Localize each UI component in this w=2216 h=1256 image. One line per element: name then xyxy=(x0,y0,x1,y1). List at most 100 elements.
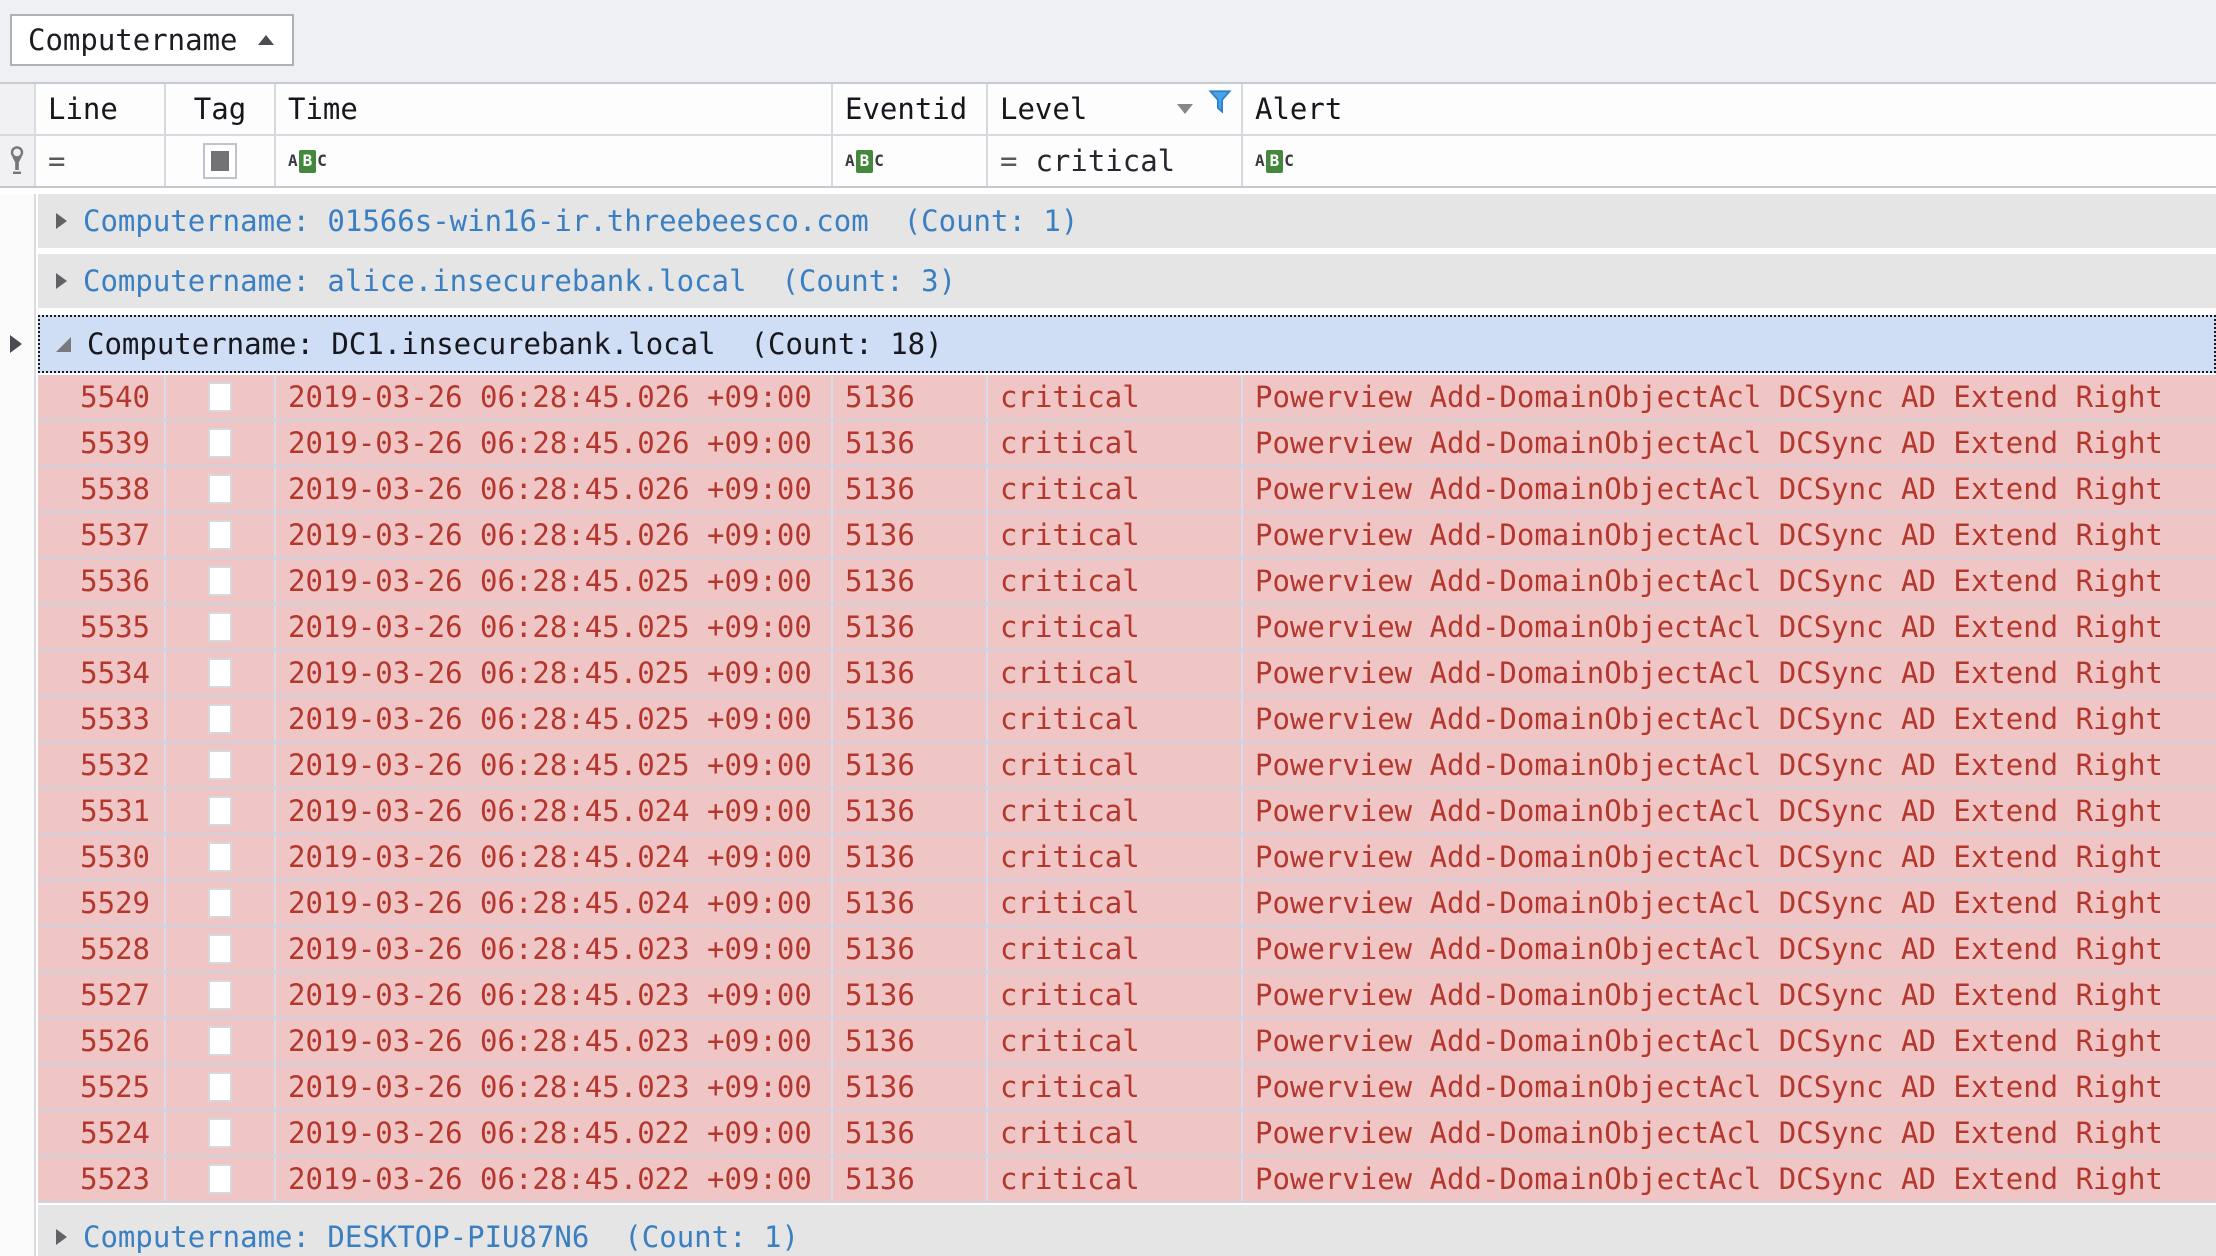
grid-rows-area: Computername: 01566s-win16-ir.threebeesc… xyxy=(0,194,2216,1256)
cell-line: 5535 xyxy=(38,605,166,649)
tag-checkbox[interactable] xyxy=(208,612,232,642)
cell-level: critical xyxy=(988,467,1243,511)
group-row[interactable]: Computername: DESKTOP-PIU87N6 (Count: 1) xyxy=(38,1205,2216,1256)
cell-level: critical xyxy=(988,421,1243,465)
cell-time: 2019-03-26 06:28:45.022 +09:00 xyxy=(276,1111,833,1155)
focused-row-indicator-icon xyxy=(10,335,22,353)
cell-eventid: 5136 xyxy=(833,513,988,557)
level-filter-value: critical xyxy=(1035,144,1175,178)
tag-checkbox[interactable] xyxy=(208,428,232,458)
cell-line: 5530 xyxy=(38,835,166,879)
group-row[interactable]: Computername: 01566s-win16-ir.threebeesc… xyxy=(38,194,2216,248)
tag-checkbox[interactable] xyxy=(208,566,232,596)
table-row[interactable]: 5529 2019-03-26 06:28:45.024 +09:00 5136… xyxy=(38,881,2216,927)
active-filter-funnel-icon[interactable] xyxy=(1207,88,1233,116)
groups-container: Computername: 01566s-win16-ir.threebeesc… xyxy=(38,194,2216,1256)
filter-pin-icon[interactable] xyxy=(7,146,27,176)
filter-cell-level[interactable]: = critical xyxy=(988,136,1243,186)
group-row[interactable]: Computername: DC1.insecurebank.local (Co… xyxy=(38,315,2216,373)
cell-level: critical xyxy=(988,1157,1243,1201)
tag-checkbox[interactable] xyxy=(208,842,232,872)
cell-alert: Powerview Add-DomainObjectAcl DCSync AD … xyxy=(1243,881,2216,925)
tag-checkbox[interactable] xyxy=(208,520,232,550)
cell-time: 2019-03-26 06:28:45.025 +09:00 xyxy=(276,651,833,695)
table-row[interactable]: 5524 2019-03-26 06:28:45.022 +09:00 5136… xyxy=(38,1111,2216,1157)
tag-checkbox[interactable] xyxy=(208,658,232,688)
group-count: (Count: 18) xyxy=(751,319,943,369)
cell-eventid: 5136 xyxy=(833,559,988,603)
group-expand-icon[interactable] xyxy=(56,273,67,289)
table-row[interactable]: 5532 2019-03-26 06:28:45.025 +09:00 5136… xyxy=(38,743,2216,789)
table-row[interactable]: 5535 2019-03-26 06:28:45.025 +09:00 5136… xyxy=(38,605,2216,651)
tag-checkbox[interactable] xyxy=(208,382,232,412)
group-row[interactable]: Computername: alice.insecurebank.local (… xyxy=(38,254,2216,308)
tag-checkbox[interactable] xyxy=(208,796,232,826)
cell-tag xyxy=(166,881,276,925)
tag-checkbox[interactable] xyxy=(208,1164,232,1194)
tag-checkbox[interactable] xyxy=(208,1026,232,1056)
table-row[interactable]: 5527 2019-03-26 06:28:45.023 +09:00 5136… xyxy=(38,973,2216,1019)
table-row[interactable]: 5525 2019-03-26 06:28:45.023 +09:00 5136… xyxy=(38,1065,2216,1111)
group-label: Computername: DC1.insecurebank.local xyxy=(87,319,716,369)
group-expand-icon[interactable] xyxy=(56,337,71,352)
table-row[interactable]: 5530 2019-03-26 06:28:45.024 +09:00 5136… xyxy=(38,835,2216,881)
cell-eventid: 5136 xyxy=(833,1111,988,1155)
cell-level: critical xyxy=(988,743,1243,787)
tag-filter-checkbox[interactable] xyxy=(203,143,237,179)
cell-eventid: 5136 xyxy=(833,605,988,649)
group-expand-icon[interactable] xyxy=(56,1229,67,1245)
table-row[interactable]: 5538 2019-03-26 06:28:45.026 +09:00 5136… xyxy=(38,467,2216,513)
cell-tag xyxy=(166,927,276,971)
column-header-level[interactable]: Level xyxy=(988,84,1243,134)
table-row[interactable]: 5523 2019-03-26 06:28:45.022 +09:00 5136… xyxy=(38,1157,2216,1203)
table-row[interactable]: 5526 2019-03-26 06:28:45.023 +09:00 5136… xyxy=(38,1019,2216,1065)
cell-time: 2019-03-26 06:28:45.023 +09:00 xyxy=(276,1019,833,1063)
table-row[interactable]: 5533 2019-03-26 06:28:45.025 +09:00 5136… xyxy=(38,697,2216,743)
column-header-eventid[interactable]: Eventid xyxy=(833,84,988,134)
group-count: (Count: 1) xyxy=(624,1212,799,1256)
cell-alert: Powerview Add-DomainObjectAcl DCSync AD … xyxy=(1243,605,2216,649)
filter-cell-tag[interactable] xyxy=(166,136,276,186)
table-row[interactable]: 5531 2019-03-26 06:28:45.024 +09:00 5136… xyxy=(38,789,2216,835)
filter-cell-line[interactable]: = xyxy=(36,136,166,186)
cell-line: 5538 xyxy=(38,467,166,511)
tag-checkbox[interactable] xyxy=(208,1118,232,1148)
tag-checkbox[interactable] xyxy=(208,750,232,780)
table-row[interactable]: 5540 2019-03-26 06:28:45.026 +09:00 5136… xyxy=(38,375,2216,421)
filter-cell-eventid[interactable]: ABC xyxy=(833,136,988,186)
tag-checkbox[interactable] xyxy=(208,704,232,734)
cell-eventid: 5136 xyxy=(833,1157,988,1201)
tag-checkbox[interactable] xyxy=(208,980,232,1010)
tag-checkbox[interactable] xyxy=(208,1072,232,1102)
abc-text-filter-icon: ABC xyxy=(1255,150,1294,173)
cell-tag xyxy=(166,421,276,465)
filter-cell-alert[interactable]: ABC xyxy=(1243,136,2216,186)
column-header-line[interactable]: Line xyxy=(36,84,166,134)
cell-time: 2019-03-26 06:28:45.023 +09:00 xyxy=(276,973,833,1017)
group-expand-icon[interactable] xyxy=(56,213,67,229)
column-header-alert[interactable]: Alert xyxy=(1243,84,2216,134)
level-dropdown-arrow-icon[interactable] xyxy=(1177,104,1193,114)
tag-checkbox[interactable] xyxy=(208,888,232,918)
checkbox-indeterminate-mark xyxy=(211,151,229,171)
cell-alert: Powerview Add-DomainObjectAcl DCSync AD … xyxy=(1243,513,2216,557)
cell-line: 5537 xyxy=(38,513,166,557)
cell-tag xyxy=(166,651,276,695)
filter-cell-time[interactable]: ABC xyxy=(276,136,833,186)
group-field-chip-label: Computername xyxy=(28,23,238,57)
column-header-time[interactable]: Time xyxy=(276,84,833,134)
table-row[interactable]: 5539 2019-03-26 06:28:45.026 +09:00 5136… xyxy=(38,421,2216,467)
table-row[interactable]: 5534 2019-03-26 06:28:45.025 +09:00 5136… xyxy=(38,651,2216,697)
cell-level: critical xyxy=(988,697,1243,741)
table-row[interactable]: 5536 2019-03-26 06:28:45.025 +09:00 5136… xyxy=(38,559,2216,605)
tag-checkbox[interactable] xyxy=(208,474,232,504)
group-field-chip-computername[interactable]: Computername xyxy=(10,14,294,66)
cell-level: critical xyxy=(988,375,1243,419)
table-row[interactable]: 5528 2019-03-26 06:28:45.023 +09:00 5136… xyxy=(38,927,2216,973)
cell-level: critical xyxy=(988,881,1243,925)
table-row[interactable]: 5537 2019-03-26 06:28:45.026 +09:00 5136… xyxy=(38,513,2216,559)
cell-tag xyxy=(166,605,276,649)
column-header-tag[interactable]: Tag xyxy=(166,84,276,134)
tag-checkbox[interactable] xyxy=(208,934,232,964)
cell-tag xyxy=(166,1157,276,1201)
